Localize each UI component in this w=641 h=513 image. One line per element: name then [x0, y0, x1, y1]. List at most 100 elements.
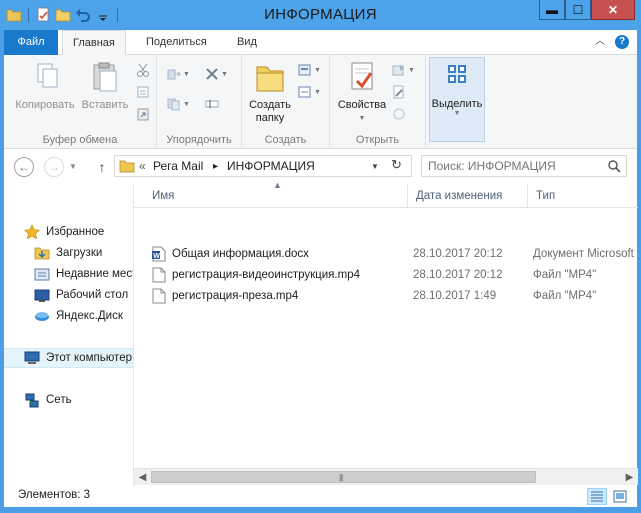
- group-label-new: Создать: [264, 134, 307, 146]
- address-history-chevron-icon[interactable]: ▼: [371, 162, 379, 171]
- large-icons-view-button[interactable]: [610, 488, 630, 505]
- copy-to-button[interactable]: ▼: [167, 95, 195, 113]
- copy-button[interactable]: Копировать: [10, 61, 80, 112]
- maximize-button[interactable]: ☐: [565, 0, 591, 20]
- computer-icon: [24, 350, 40, 366]
- dropdown-caret-icon: ▼: [314, 66, 321, 74]
- tab-view[interactable]: Вид: [227, 30, 267, 55]
- refresh-icon[interactable]: ↻: [391, 157, 402, 173]
- star-icon: [24, 224, 40, 240]
- move-to-button[interactable]: ▼: [167, 65, 195, 83]
- tab-file[interactable]: Файл: [4, 30, 58, 55]
- file-date: 28.10.2017 1:49: [413, 290, 497, 302]
- blank-file-icon: [152, 288, 166, 304]
- recent-locations-chevron-icon[interactable]: ▼: [69, 162, 77, 171]
- file-name: регистрация-преза.mp4: [172, 290, 299, 302]
- forward-button[interactable]: →: [44, 157, 64, 177]
- breadcrumb-current-folder[interactable]: ИНФОРМАЦИЯ: [227, 159, 315, 173]
- edit-pencil-icon: [392, 85, 406, 99]
- large-icons-view-icon: [613, 490, 627, 503]
- table-row[interactable]: W Общая информация.docx 28.10.2017 20:12…: [134, 244, 638, 264]
- scroll-right-arrow-icon[interactable]: ▶: [621, 469, 638, 486]
- column-header-type[interactable]: Тип: [528, 184, 638, 208]
- breadcrumb-separator-icon[interactable]: ▸: [213, 161, 218, 172]
- properties-button[interactable]: Свойства ▼: [334, 61, 390, 125]
- network-icon: [24, 392, 40, 408]
- scissors-icon: [136, 63, 150, 77]
- search-icon[interactable]: [607, 159, 621, 173]
- new-item-icon: [298, 63, 312, 77]
- horizontal-scrollbar[interactable]: ◀ ||| ▶: [134, 468, 638, 485]
- column-header-date-modified[interactable]: Дата изменения: [408, 184, 528, 208]
- history-button[interactable]: [392, 105, 420, 123]
- nav-item-this-pc[interactable]: Этот компьютер: [4, 348, 133, 368]
- dropdown-caret-icon: ▼: [408, 66, 415, 74]
- nav-item-desktop[interactable]: Рабочий стол: [4, 285, 133, 305]
- properties-checkmark-icon: [345, 61, 379, 95]
- group-label-clipboard: Буфер обмена: [42, 134, 118, 146]
- select-button[interactable]: Выделить ▼: [429, 57, 485, 142]
- paste-button[interactable]: Вставить: [78, 61, 132, 112]
- nav-item-network[interactable]: Сеть: [4, 390, 133, 410]
- svg-text:W: W: [153, 253, 160, 260]
- nav-item-yandex-disk[interactable]: Яндекс.Диск: [4, 306, 133, 326]
- forward-arrow-icon: →: [48, 160, 60, 174]
- copy-label: Копировать: [15, 99, 75, 111]
- dropdown-caret-icon: ▼: [183, 70, 190, 78]
- nav-item-label: Сеть: [46, 394, 72, 406]
- nav-item-label: Загрузки: [56, 247, 103, 259]
- file-type: Файл "MP4": [533, 290, 597, 302]
- file-type: Документ Microsoft Word: [533, 248, 635, 260]
- properties-label: Свойства: [337, 99, 387, 111]
- nav-item-label: Рабочий стол: [56, 289, 129, 301]
- column-header-name[interactable]: Имя: [144, 184, 408, 208]
- search-input[interactable]: [428, 158, 603, 174]
- edit-button[interactable]: [392, 83, 420, 101]
- tab-home[interactable]: Главная: [62, 30, 126, 55]
- close-button[interactable]: ✕: [591, 0, 635, 20]
- help-icon[interactable]: ?: [615, 35, 629, 49]
- nav-item-favorites[interactable]: Избранное: [4, 222, 133, 242]
- up-button[interactable]: ↑: [94, 157, 110, 177]
- group-label-open: Открыть: [355, 134, 400, 146]
- new-item-button[interactable]: ▼: [298, 61, 326, 79]
- file-list: ▲ Имя Дата изменения Тип W Общая информа…: [133, 180, 638, 486]
- breadcrumb-pera-mail[interactable]: Рега Mail: [153, 159, 203, 173]
- navigation-pane: Избранное Загрузки Недавние места Рабочи…: [4, 184, 133, 484]
- scroll-left-arrow-icon[interactable]: ◀: [134, 469, 151, 486]
- group-new: Создать папку ▼ ▼ Создать: [242, 55, 330, 149]
- scrollbar-thumb[interactable]: |||: [151, 471, 536, 483]
- rename-icon: [205, 97, 219, 111]
- file-name-cell: регистрация-преза.mp4: [152, 288, 407, 304]
- tab-share[interactable]: Поделиться: [136, 30, 217, 55]
- delete-x-icon: [205, 67, 219, 81]
- dropdown-caret-icon: ▼: [314, 88, 321, 96]
- table-row[interactable]: регистрация-видеоинструкция.mp4 28.10.20…: [134, 265, 638, 285]
- minimize-ribbon-chevron-icon[interactable]: ︿: [595, 36, 607, 48]
- title-bar[interactable]: ИНФОРМАЦИЯ ▬ ☐ ✕: [0, 0, 641, 30]
- nav-item-recent-places[interactable]: Недавние места: [4, 264, 133, 284]
- table-row[interactable]: регистрация-преза.mp4 28.10.2017 1:49 Фа…: [134, 286, 638, 306]
- scrollbar-grip-icon: |||: [339, 473, 343, 482]
- new-folder-label-line2: папку: [255, 112, 285, 124]
- dropdown-caret-icon: ▼: [453, 110, 461, 117]
- ribbon-home: Копировать Вставить Буфер обмена ▼ ▼ ▼ У…: [4, 55, 637, 149]
- group-organize: ▼ ▼ ▼ Упорядочить: [157, 55, 242, 149]
- new-folder-button[interactable]: Создать папку: [246, 61, 294, 125]
- easy-access-button[interactable]: ▼: [298, 83, 326, 101]
- open-button[interactable]: ▼: [392, 61, 420, 79]
- recent-places-icon: [34, 266, 50, 282]
- dropdown-caret-icon: ▼: [183, 100, 190, 108]
- details-view-button[interactable]: [587, 488, 607, 505]
- delete-button[interactable]: ▼: [205, 65, 233, 83]
- address-bar[interactable]: « Рега Mail ▸ ИНФОРМАЦИЯ ▼ ↻: [114, 155, 412, 177]
- breadcrumb-overflow[interactable]: «: [139, 159, 146, 173]
- explorer-frame: Файл Главная Поделиться Вид ︿ ? Копирова…: [4, 30, 638, 507]
- ribbon-tabs: Файл Главная Поделиться Вид ︿ ?: [4, 30, 637, 55]
- minimize-button[interactable]: ▬: [539, 0, 565, 20]
- back-button[interactable]: ←: [14, 157, 34, 177]
- nav-item-downloads[interactable]: Загрузки: [4, 243, 133, 263]
- search-box[interactable]: [421, 155, 627, 177]
- rename-button[interactable]: [205, 95, 233, 113]
- open-icon: [392, 63, 406, 77]
